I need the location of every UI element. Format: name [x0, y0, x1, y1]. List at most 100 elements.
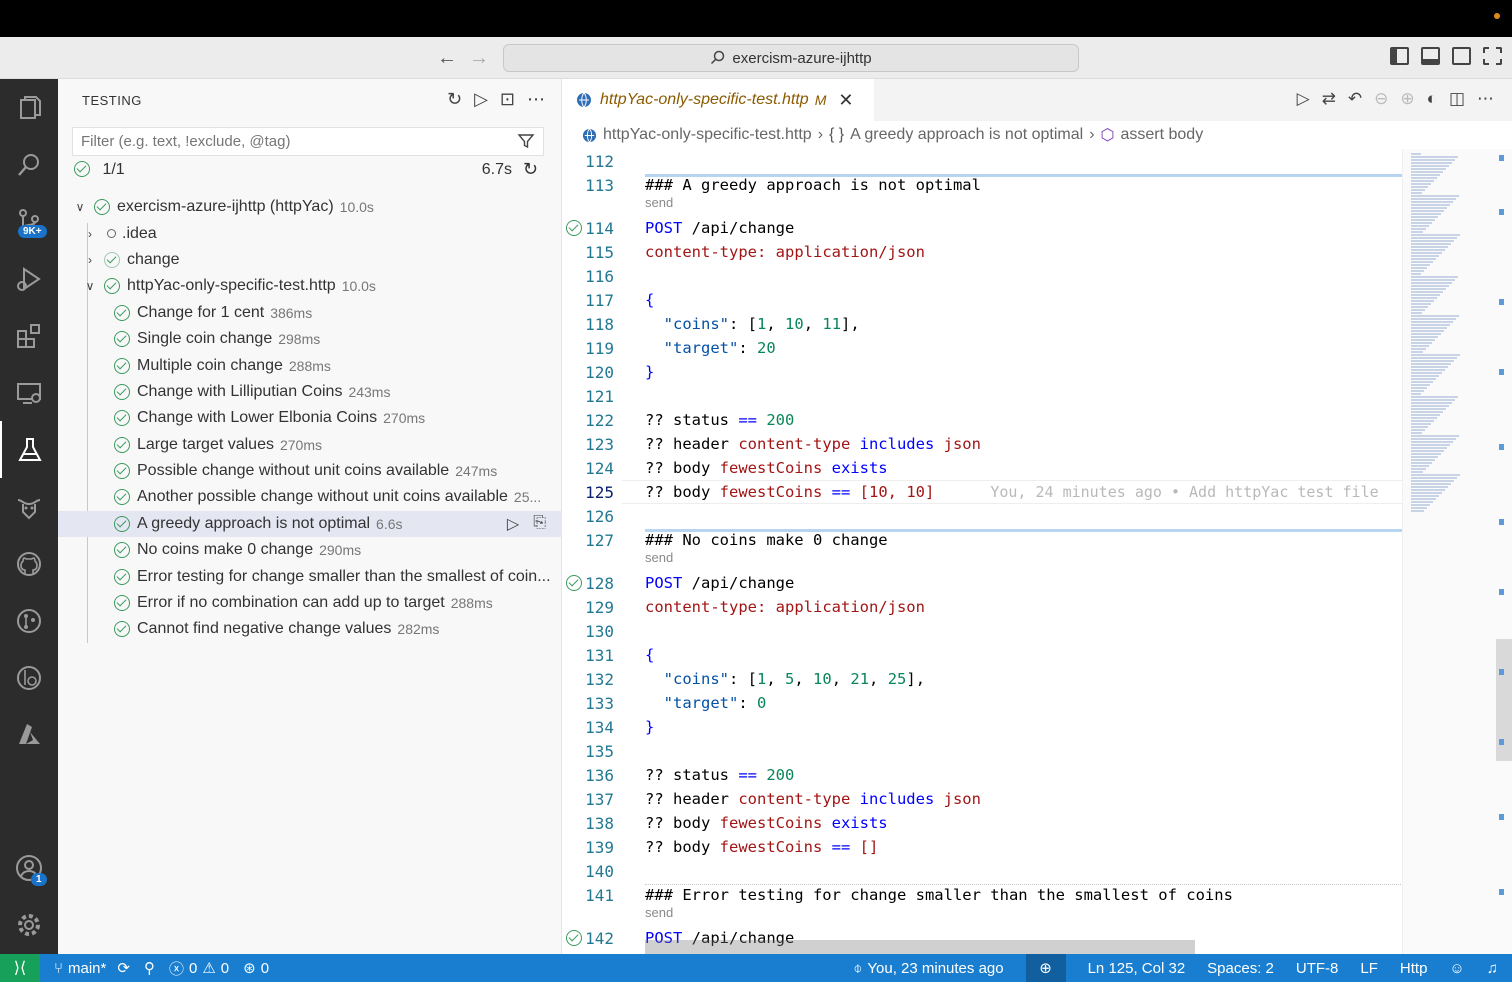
test-filter-input[interactable]: Filter (e.g. text, !exclude, @tag) — [72, 127, 544, 156]
tree-folder-change[interactable]: › change — [58, 247, 562, 273]
rerun-icon[interactable]: ↻ — [523, 159, 538, 180]
test-item[interactable]: Change with Lower Elbonia Coins 270ms — [58, 405, 562, 431]
more-actions-icon[interactable]: ⋯ — [527, 89, 545, 110]
toggle-secondary-sidebar-icon[interactable] — [1452, 47, 1471, 65]
source-control-icon[interactable]: 9K+ — [0, 193, 58, 250]
code-line[interactable]: 134} — [562, 715, 1402, 739]
code-line[interactable]: 119 "target": 20 — [562, 336, 1402, 360]
next-change-icon[interactable]: ⊕ — [1400, 89, 1414, 109]
code-line[interactable]: 115 content-type: application/json — [562, 240, 1402, 264]
test-item[interactable]: Large target values 270ms — [58, 432, 562, 458]
code-line[interactable]: 125 ?? body fewestCoins == [10, 10] You, 2… — [562, 480, 1402, 504]
close-tab-icon[interactable]: ✕ — [838, 90, 853, 111]
code-line[interactable]: 120} — [562, 360, 1402, 384]
search-activity-icon[interactable] — [0, 136, 58, 193]
send-code-lens[interactable]: send — [562, 193, 1402, 211]
previous-change-icon[interactable]: ⊖ — [1374, 89, 1388, 109]
code-line[interactable]: 130 — [562, 619, 1402, 643]
end-of-line[interactable]: LF — [1360, 960, 1378, 977]
accounts-icon[interactable]: 1 — [0, 839, 58, 896]
send-code-lens[interactable]: send — [562, 903, 1402, 921]
customize-layout-icon[interactable] — [1483, 47, 1502, 65]
breadcrumb-symbol[interactable]: assert body — [1120, 126, 1203, 144]
testing-icon[interactable] — [0, 421, 58, 478]
code-line[interactable]: 132 "coins": [1, 5, 10, 21, 25], — [562, 667, 1402, 691]
branch-status[interactable]: ⑂ main* ⟳ — [54, 959, 130, 978]
code-line[interactable]: 137 ?? header content-type includes json — [562, 787, 1402, 811]
manage-gear-icon[interactable] — [0, 896, 58, 953]
notifications-bell-icon[interactable]: ♫ — [1487, 960, 1498, 977]
test-item[interactable]: Another possible change without unit coi… — [58, 484, 562, 510]
code-line[interactable]: 139 ?? body fewestCoins == [] — [562, 835, 1402, 859]
test-item[interactable]: Possible change without unit coins avail… — [58, 458, 562, 484]
git-blame-status[interactable]: ⌽ You, 23 minutes ago — [853, 960, 1003, 977]
language-mode[interactable]: Http — [1400, 960, 1428, 977]
code-line[interactable]: 116 — [562, 264, 1402, 288]
run-request-icon[interactable]: ▷ — [1297, 89, 1310, 109]
code-line[interactable]: 128 POST /api/change — [562, 571, 1402, 595]
copilot-icon[interactable]: ☺ — [1449, 960, 1464, 977]
run-test-icon[interactable]: ▷ — [507, 514, 519, 534]
tree-root[interactable]: ∨ exercism-azure-ijhttp (httpYac) 10.0s — [58, 194, 562, 220]
zoom-icon[interactable]: ⊕ — [1025, 954, 1066, 982]
editor-more-icon[interactable]: ⋯ — [1477, 89, 1494, 109]
toggle-panel-icon[interactable] — [1421, 47, 1440, 65]
filter-icon[interactable] — [517, 132, 535, 150]
show-output-icon[interactable]: ⊡ — [500, 89, 515, 110]
go-back-change-icon[interactable]: ↶ — [1348, 89, 1362, 109]
compare-changes-icon[interactable]: ⇄ — [1322, 89, 1336, 109]
code-line[interactable]: 140 — [562, 859, 1402, 883]
test-item[interactable]: Multiple coin change 288ms — [58, 352, 562, 378]
encoding[interactable]: UTF-8 — [1296, 960, 1339, 977]
azure-icon[interactable] — [0, 706, 58, 763]
test-item[interactable]: Error if no combination can add up to ta… — [58, 590, 562, 616]
ports-status[interactable]: ⊛ 0 — [243, 959, 269, 978]
gitlens-icon[interactable] — [0, 649, 58, 706]
refresh-tests-icon[interactable]: ↻ — [447, 89, 462, 110]
code-line[interactable]: 126 — [562, 504, 1402, 528]
code-line[interactable]: 122 ?? status == 200 — [562, 408, 1402, 432]
code-line[interactable]: 131 { — [562, 643, 1402, 667]
horizontal-scrollbar[interactable] — [645, 940, 1195, 954]
git-graph-icon[interactable] — [0, 592, 58, 649]
code-line[interactable]: 123 ?? header content-type includes json — [562, 432, 1402, 456]
test-item[interactable]: Single coin change 298ms — [58, 326, 562, 352]
code-line[interactable]: 112 — [562, 149, 1402, 173]
command-center-search[interactable]: exercism-azure-ijhttp — [503, 44, 1079, 72]
cursor-position[interactable]: Ln 125, Col 32 — [1088, 960, 1186, 977]
code-line[interactable]: 118 "coins": [1, 10, 11], — [562, 312, 1402, 336]
tree-folder-idea[interactable]: › .idea — [58, 220, 562, 246]
explorer-icon[interactable] — [0, 79, 58, 136]
timeline-icon[interactable]: ◐ — [1427, 89, 1437, 109]
test-item[interactable]: Cannot find negative change values 282ms — [58, 616, 562, 642]
indentation[interactable]: Spaces: 2 — [1207, 960, 1274, 977]
test-item[interactable]: A greedy approach is not optimal 6.6s ▷ ⎘ — [58, 510, 562, 538]
extensions-icon[interactable] — [0, 307, 58, 364]
minimap[interactable] — [1402, 149, 1512, 954]
code-line[interactable]: 129 content-type: application/json — [562, 595, 1402, 619]
code-editor[interactable]: 112 113 ### A greedy approach is not optim… — [562, 149, 1402, 954]
toggle-primary-sidebar-icon[interactable] — [1390, 47, 1409, 65]
remote-explorer-icon[interactable] — [0, 364, 58, 421]
run-all-tests-icon[interactable]: ▷ — [474, 89, 488, 110]
code-line[interactable]: 117 { — [562, 288, 1402, 312]
split-editor-icon[interactable]: ◫ — [1449, 89, 1465, 109]
editor-tab[interactable]: httpYac-only-specific-test.http M ✕ — [562, 79, 874, 121]
breadcrumb-region[interactable]: A greedy approach is not optimal — [850, 126, 1083, 144]
code-line[interactable]: 135 — [562, 739, 1402, 763]
test-item[interactable]: Change with Lilliputian Coins 243ms — [58, 379, 562, 405]
test-item[interactable]: No coins make 0 change 290ms — [58, 537, 562, 563]
remote-indicator-icon[interactable]: ⟩⟨ — [0, 954, 40, 982]
code-line[interactable]: 136 ?? status == 200 — [562, 763, 1402, 787]
problems-status[interactable]: ⓧ 0 ⚠ 0 — [169, 958, 229, 979]
send-code-lens[interactable]: send — [562, 548, 1402, 566]
code-line[interactable]: 114 POST /api/change — [562, 216, 1402, 240]
code-line[interactable]: 121 — [562, 384, 1402, 408]
code-line[interactable]: 133 "target": 0 — [562, 691, 1402, 715]
forward-arrow-icon[interactable]: → — [469, 47, 489, 70]
code-line[interactable]: 138 ?? body fewestCoins exists — [562, 811, 1402, 835]
go-to-test-icon[interactable]: ⎘ — [533, 514, 546, 534]
github-icon[interactable] — [0, 535, 58, 592]
test-item[interactable]: Error testing for change smaller than th… — [58, 563, 562, 589]
test-item[interactable]: Change for 1 cent 386ms — [58, 300, 562, 326]
